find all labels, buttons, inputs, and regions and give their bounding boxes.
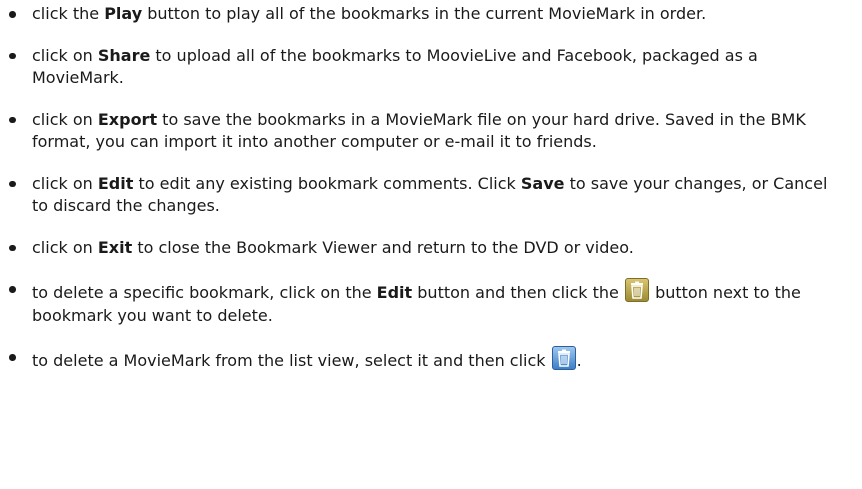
bullet-icon [9,116,16,123]
list-item: click the Play button to play all of the… [0,3,862,26]
item-text: . [576,351,582,370]
item-text: click on [32,237,98,257]
item-text: click on [32,109,98,129]
edit-label: Edit [376,283,413,302]
item-text: button and then click the [412,283,624,302]
save-label: Save [520,173,565,193]
exit-label: Exit [97,237,133,257]
item-text: to delete a MovieMark from the list view… [32,351,551,370]
instruction-list: click the Play button to play all of the… [0,3,862,373]
bullet-icon [9,286,16,293]
export-label: Export [97,109,158,129]
edit-label: Edit [97,173,134,193]
help-page: click the Play button to play all of the… [0,0,862,489]
list-item: click on Edit to edit any existing bookm… [0,173,862,218]
trash-icon [551,346,576,370]
list-item: to delete a specific bookmark, click on … [0,278,862,327]
trash-icon [624,278,649,302]
item-text: click on [32,45,98,65]
bullet-icon [9,11,16,18]
share-label: Share [97,45,151,65]
bullet-icon [9,244,16,251]
play-label: Play [104,4,143,23]
list-item: click on Exit to close the Bookmark View… [0,237,862,260]
item-text: button to play all of the bookmarks in t… [142,4,707,23]
bullet-icon [9,354,16,361]
item-text: click the [32,4,105,23]
bullet-icon [9,180,16,187]
item-text: to edit any existing bookmark comments. … [133,173,521,193]
list-item: click on Share to upload all of the book… [0,45,862,90]
item-text: click on [32,173,98,193]
bullet-icon [9,52,16,59]
item-text: to delete a specific bookmark, click on … [32,283,377,302]
list-item: click on Export to save the bookmarks in… [0,109,862,154]
list-item: to delete a MovieMark from the list view… [0,346,862,373]
item-text: to close the Bookmark Viewer and return … [132,237,634,257]
